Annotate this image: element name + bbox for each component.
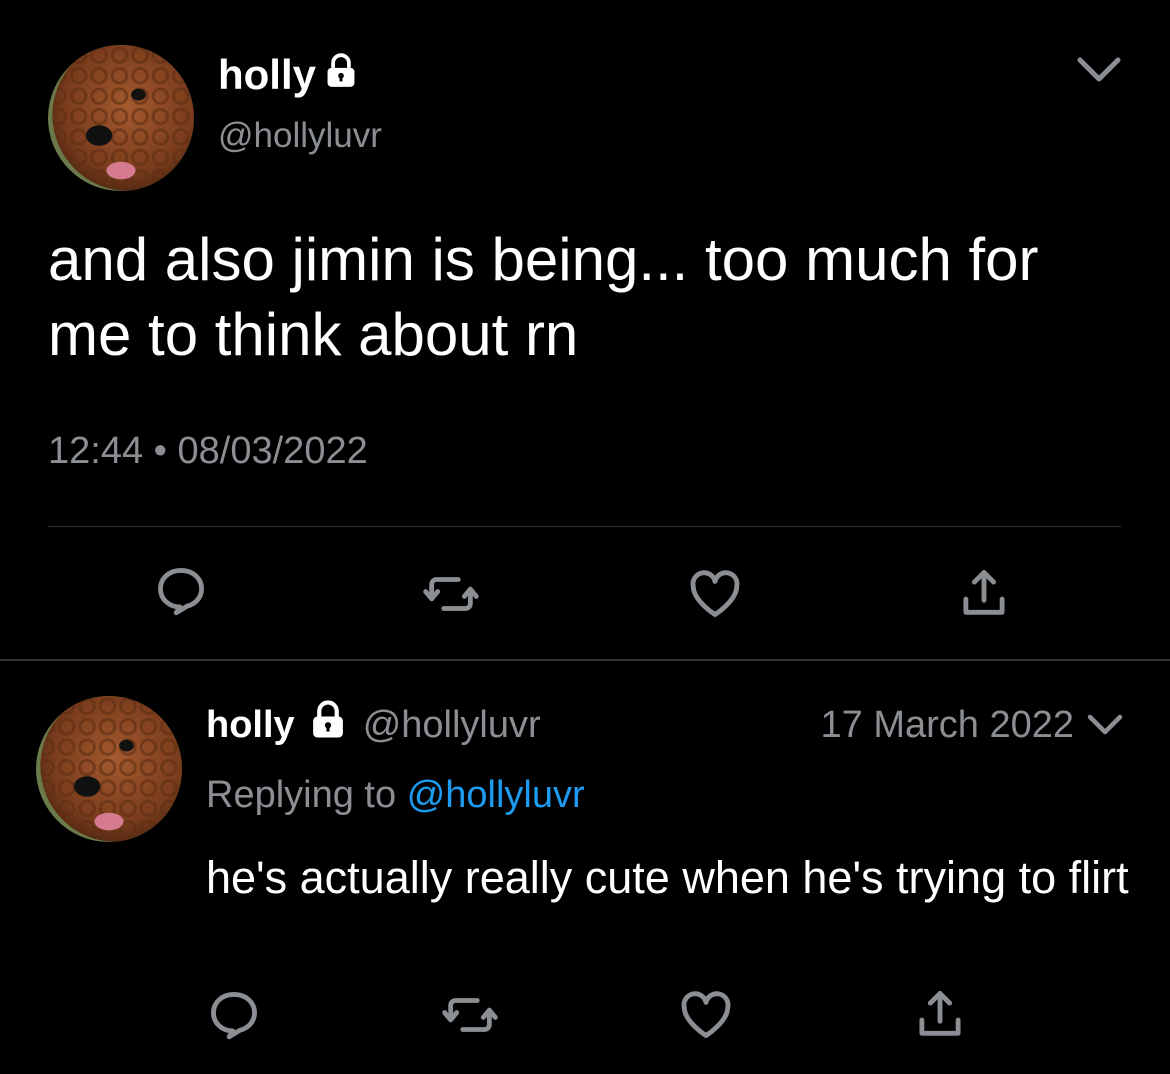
lock-icon <box>322 52 360 97</box>
display-name[interactable]: holly <box>218 52 360 97</box>
tweet-time: 12:44 <box>48 430 144 472</box>
tweet-date[interactable]: 17 March 2022 <box>821 700 1075 750</box>
reply-header: holly @hollyluvr <box>206 700 541 750</box>
dog-avatar-image <box>48 45 194 191</box>
tweet-text: and also jimin is being... too much for … <box>48 226 1039 368</box>
share-icon[interactable] <box>911 985 969 1043</box>
lock-icon <box>307 699 349 751</box>
divider <box>0 659 1170 661</box>
timestamp-separator: • <box>153 430 167 472</box>
retweet-icon[interactable] <box>441 986 499 1044</box>
dog-avatar-image <box>36 696 182 842</box>
avatar[interactable] <box>48 45 194 191</box>
handle[interactable]: @hollyluvr <box>363 704 541 747</box>
replying-prefix: Replying to <box>206 774 397 816</box>
chevron-down-icon[interactable] <box>1074 50 1124 90</box>
chevron-down-icon[interactable] <box>1084 708 1126 742</box>
retweet-icon[interactable] <box>422 565 480 623</box>
like-icon[interactable] <box>686 565 744 623</box>
share-icon[interactable] <box>955 564 1013 622</box>
like-icon[interactable] <box>677 986 735 1044</box>
divider <box>48 526 1121 527</box>
reply-icon[interactable] <box>205 986 263 1044</box>
handle[interactable]: @hollyluvr <box>218 116 382 156</box>
tweet-date: 08/03/2022 <box>177 430 368 472</box>
reply-icon[interactable] <box>152 562 210 620</box>
tweet-text: he's actually really cute when he's tryi… <box>206 852 1129 903</box>
replying-to: Replying to @hollyluvr <box>206 774 585 817</box>
display-name[interactable]: holly <box>206 704 295 747</box>
tweet-timestamp[interactable]: 12:44 • 08/03/2022 <box>48 430 368 473</box>
display-name-text: holly <box>218 50 317 98</box>
replying-mention-link[interactable]: @hollyluvr <box>407 774 585 816</box>
avatar[interactable] <box>36 696 182 842</box>
